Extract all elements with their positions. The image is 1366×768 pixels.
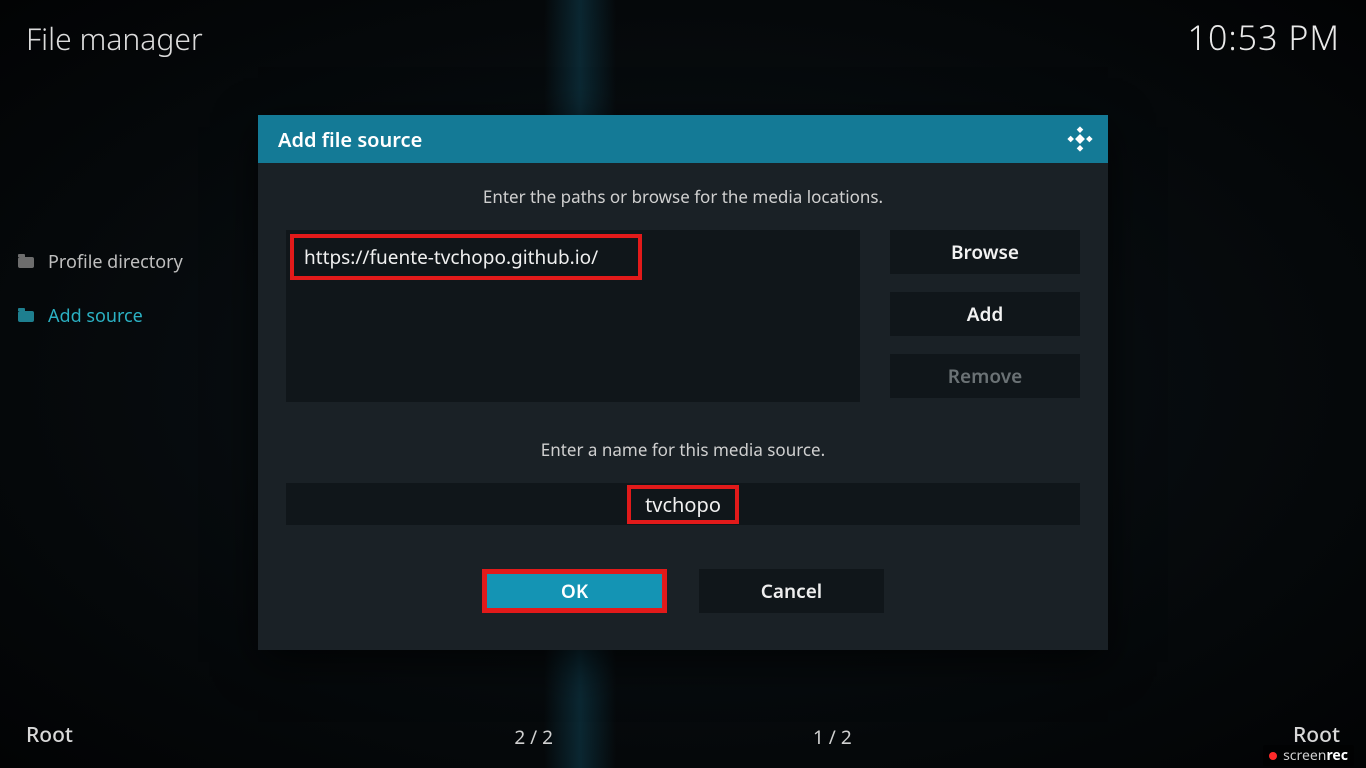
- cancel-button[interactable]: Cancel: [699, 569, 884, 613]
- add-button[interactable]: Add: [890, 292, 1080, 336]
- name-instruction: Enter a name for this media source.: [258, 438, 1108, 461]
- sidebar: Profile directory Add source: [18, 246, 248, 354]
- paths-instruction: Enter the paths or browse for the media …: [258, 185, 1108, 208]
- source-name-input[interactable]: tvchopo: [286, 483, 1080, 525]
- footer-root-left: Root: [26, 721, 73, 749]
- source-name-value: tvchopo: [627, 485, 739, 524]
- sidebar-item-label: Add source: [48, 304, 143, 328]
- footer-bar: Root Root: [0, 720, 1366, 750]
- clock: 10:53 PM: [1188, 14, 1340, 60]
- browse-button[interactable]: Browse: [890, 230, 1080, 274]
- folder-icon: [18, 311, 34, 322]
- sidebar-item-add-source[interactable]: Add source: [18, 300, 248, 332]
- sidebar-item-profile-directory[interactable]: Profile directory: [18, 246, 248, 278]
- screenrec-watermark: screenrec: [1263, 745, 1354, 766]
- kodi-logo-icon: [1066, 125, 1094, 153]
- dialog-title: Add file source: [278, 126, 422, 153]
- folder-icon: [18, 257, 34, 268]
- add-file-source-dialog: Add file source Enter the paths or brows…: [258, 115, 1108, 650]
- path-input-value[interactable]: https://fuente-tvchopo.github.io/: [290, 234, 642, 280]
- remove-button: Remove: [890, 354, 1080, 398]
- record-dot-icon: [1269, 752, 1277, 760]
- page-title: File manager: [26, 18, 203, 59]
- dialog-header: Add file source: [258, 115, 1108, 163]
- ok-button[interactable]: OK: [482, 569, 667, 613]
- sidebar-item-label: Profile directory: [48, 250, 183, 274]
- paths-list[interactable]: https://fuente-tvchopo.github.io/: [286, 230, 860, 402]
